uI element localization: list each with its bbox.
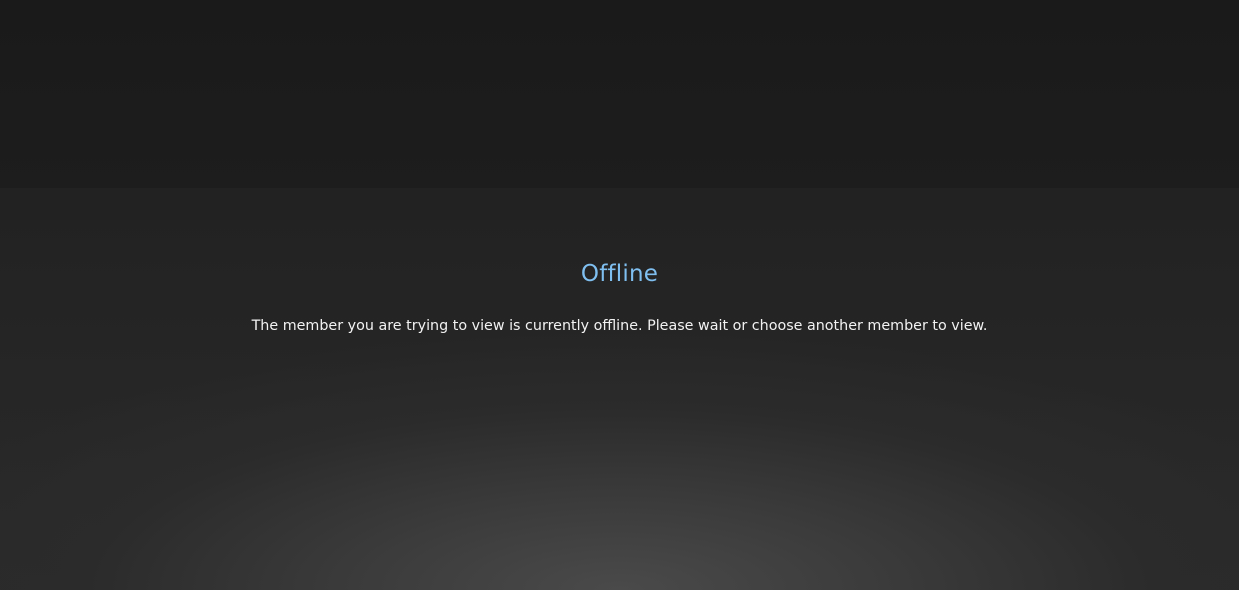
- offline-panel: Offline The member you are trying to vie…: [0, 258, 1239, 336]
- background-top-band: [0, 0, 1239, 188]
- offline-title: Offline: [580, 261, 659, 287]
- offline-message: The member you are trying to view is cur…: [251, 318, 988, 334]
